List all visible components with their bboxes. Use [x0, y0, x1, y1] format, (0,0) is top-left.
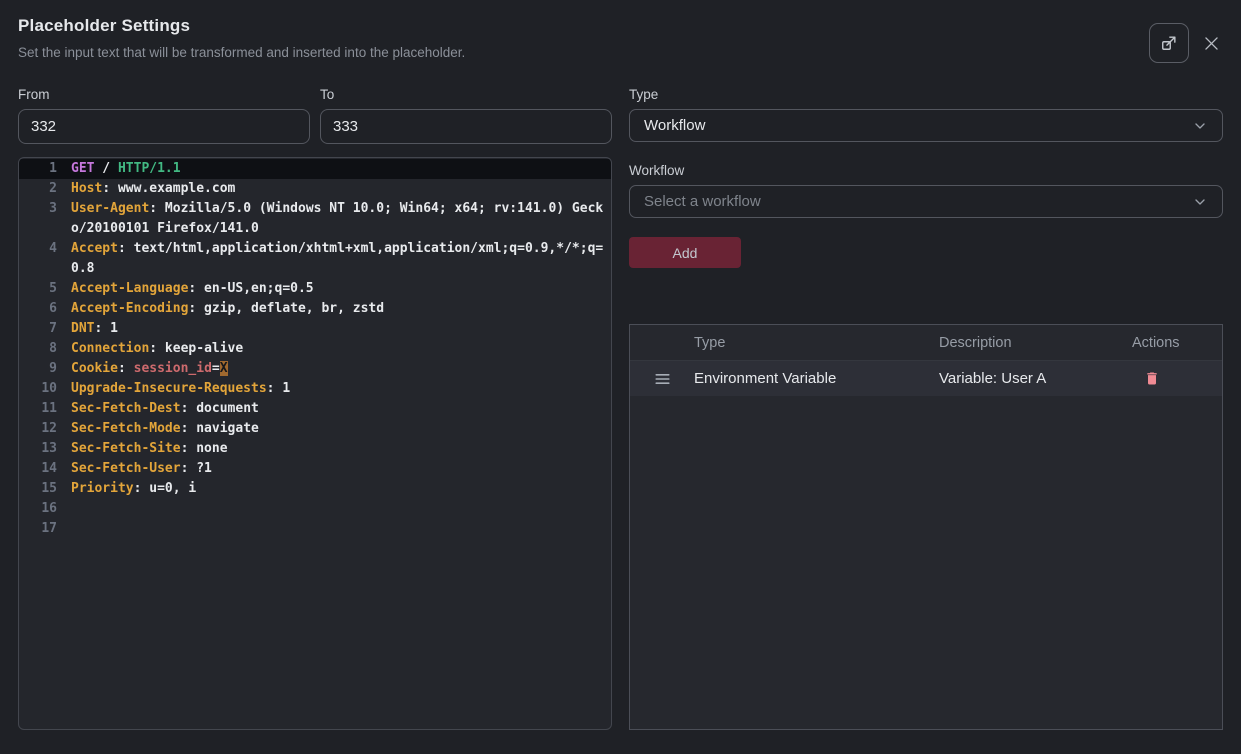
line-number: 12	[19, 419, 57, 439]
workflow-field: Workflow Select a workflow	[629, 163, 1223, 218]
code-text	[71, 519, 611, 539]
dialog-subtitle: Set the input text that will be transfor…	[18, 45, 465, 60]
type-select-value: Workflow	[644, 117, 705, 134]
line-number: 11	[19, 399, 57, 419]
table-header-actions: Actions	[1132, 335, 1222, 351]
code-line: 17	[19, 519, 611, 539]
trash-icon	[1144, 370, 1160, 387]
line-number: 17	[19, 519, 57, 539]
line-number: 10	[19, 379, 57, 399]
code-line: 2 Host: www.example.com	[19, 179, 611, 199]
line-number: 3	[19, 199, 57, 239]
chevron-down-icon	[1192, 118, 1208, 134]
code-line: 9 Cookie: session_id=X	[19, 359, 611, 379]
drag-handle-icon	[654, 372, 671, 386]
code-text: Connection: keep-alive	[71, 339, 611, 359]
close-button[interactable]	[1202, 34, 1221, 53]
table-header-type: Type	[694, 335, 939, 351]
line-number: 4	[19, 239, 57, 279]
code-line: 15 Priority: u=0, i	[19, 479, 611, 499]
from-input[interactable]	[18, 109, 310, 144]
code-line: 6 Accept-Encoding: gzip, deflate, br, zst…	[19, 299, 611, 319]
code-text: Accept-Language: en-US,en;q=0.5	[71, 279, 611, 299]
line-number: 2	[19, 179, 57, 199]
code-line: 16	[19, 499, 611, 519]
to-field: To	[320, 87, 612, 144]
line-number: 6	[19, 299, 57, 319]
workflow-select[interactable]: Select a workflow	[629, 185, 1223, 218]
code-text: Accept-Encoding: gzip, deflate, br, zstd	[71, 299, 611, 319]
line-number: 16	[19, 499, 57, 519]
delete-row-button[interactable]	[1144, 370, 1160, 387]
code-line: 8 Connection: keep-alive	[19, 339, 611, 359]
code-line: 7 DNT: 1	[19, 319, 611, 339]
code-text	[71, 499, 611, 519]
dialog-content: From To 1 GET / HTTP/1.1 2 Host: www.exampl…	[18, 87, 1223, 730]
dialog-titles: Placeholder Settings Set the input text …	[18, 16, 465, 60]
workflow-select-placeholder: Select a workflow	[644, 193, 761, 210]
code-line: 14 Sec-Fetch-User: ?1	[19, 459, 611, 479]
line-number: 15	[19, 479, 57, 499]
chevron-down-icon	[1192, 194, 1208, 210]
to-label: To	[320, 87, 612, 102]
line-number: 8	[19, 339, 57, 359]
to-input[interactable]	[320, 109, 612, 144]
expand-button[interactable]	[1149, 23, 1189, 63]
placeholders-table: Type Description Actions Environment Var…	[629, 324, 1223, 730]
line-number: 14	[19, 459, 57, 479]
type-label: Type	[629, 87, 1223, 102]
from-label: From	[18, 87, 310, 102]
header-actions	[1149, 23, 1221, 63]
from-field: From	[18, 87, 310, 144]
right-column: Type Workflow Workflow Select a workflow	[629, 87, 1223, 730]
code-text: Host: www.example.com	[71, 179, 611, 199]
code-text: Accept: text/html,application/xhtml+xml,…	[71, 239, 611, 279]
code-line: 5 Accept-Language: en-US,en;q=0.5	[19, 279, 611, 299]
range-row: From To	[18, 87, 612, 144]
code-text: User-Agent: Mozilla/5.0 (Windows NT 10.0…	[71, 199, 611, 239]
code-line: 11 Sec-Fetch-Dest: document	[19, 399, 611, 419]
code-text: Sec-Fetch-Dest: document	[71, 399, 611, 419]
code-text: Priority: u=0, i	[71, 479, 611, 499]
row-type: Environment Variable	[694, 370, 939, 387]
workflow-label: Workflow	[629, 163, 1223, 178]
code-line: 3 User-Agent: Mozilla/5.0 (Windows NT 10.…	[19, 199, 611, 239]
line-number: 9	[19, 359, 57, 379]
close-icon	[1202, 34, 1221, 53]
placeholder-settings-dialog: Placeholder Settings Set the input text …	[0, 0, 1241, 754]
expand-icon	[1159, 33, 1179, 53]
code-line: 13 Sec-Fetch-Site: none	[19, 439, 611, 459]
left-column: From To 1 GET / HTTP/1.1 2 Host: www.exampl…	[18, 87, 612, 730]
add-button[interactable]: Add	[629, 237, 741, 268]
table-body: Environment VariableVariable: User A	[630, 361, 1222, 396]
code-text: DNT: 1	[71, 319, 611, 339]
code-line: 1 GET / HTTP/1.1	[19, 159, 611, 179]
line-number: 5	[19, 279, 57, 299]
table-header: Type Description Actions	[630, 325, 1222, 361]
line-number: 7	[19, 319, 57, 339]
code-line: 10 Upgrade-Insecure-Requests: 1	[19, 379, 611, 399]
row-description: Variable: User A	[939, 370, 1132, 387]
line-number: 1	[19, 159, 57, 179]
code-text: Cookie: session_id=X	[71, 359, 611, 379]
code-text: Sec-Fetch-Site: none	[71, 439, 611, 459]
code-text: Upgrade-Insecure-Requests: 1	[71, 379, 611, 399]
table-row: Environment VariableVariable: User A	[630, 361, 1222, 396]
table-header-description: Description	[939, 335, 1132, 351]
page-title: Placeholder Settings	[18, 16, 465, 36]
code-line: 12 Sec-Fetch-Mode: navigate	[19, 419, 611, 439]
drag-handle[interactable]	[654, 372, 671, 386]
line-number: 13	[19, 439, 57, 459]
code-text: GET / HTTP/1.1	[71, 159, 611, 179]
code-text: Sec-Fetch-Mode: navigate	[71, 419, 611, 439]
dialog-header: Placeholder Settings Set the input text …	[18, 16, 1223, 63]
code-text: Sec-Fetch-User: ?1	[71, 459, 611, 479]
http-request-editor[interactable]: 1 GET / HTTP/1.1 2 Host: www.example.com 3 Us…	[18, 157, 612, 730]
code-line: 4 Accept: text/html,application/xhtml+xml…	[19, 239, 611, 279]
type-field: Type Workflow	[629, 87, 1223, 142]
type-select[interactable]: Workflow	[629, 109, 1223, 142]
